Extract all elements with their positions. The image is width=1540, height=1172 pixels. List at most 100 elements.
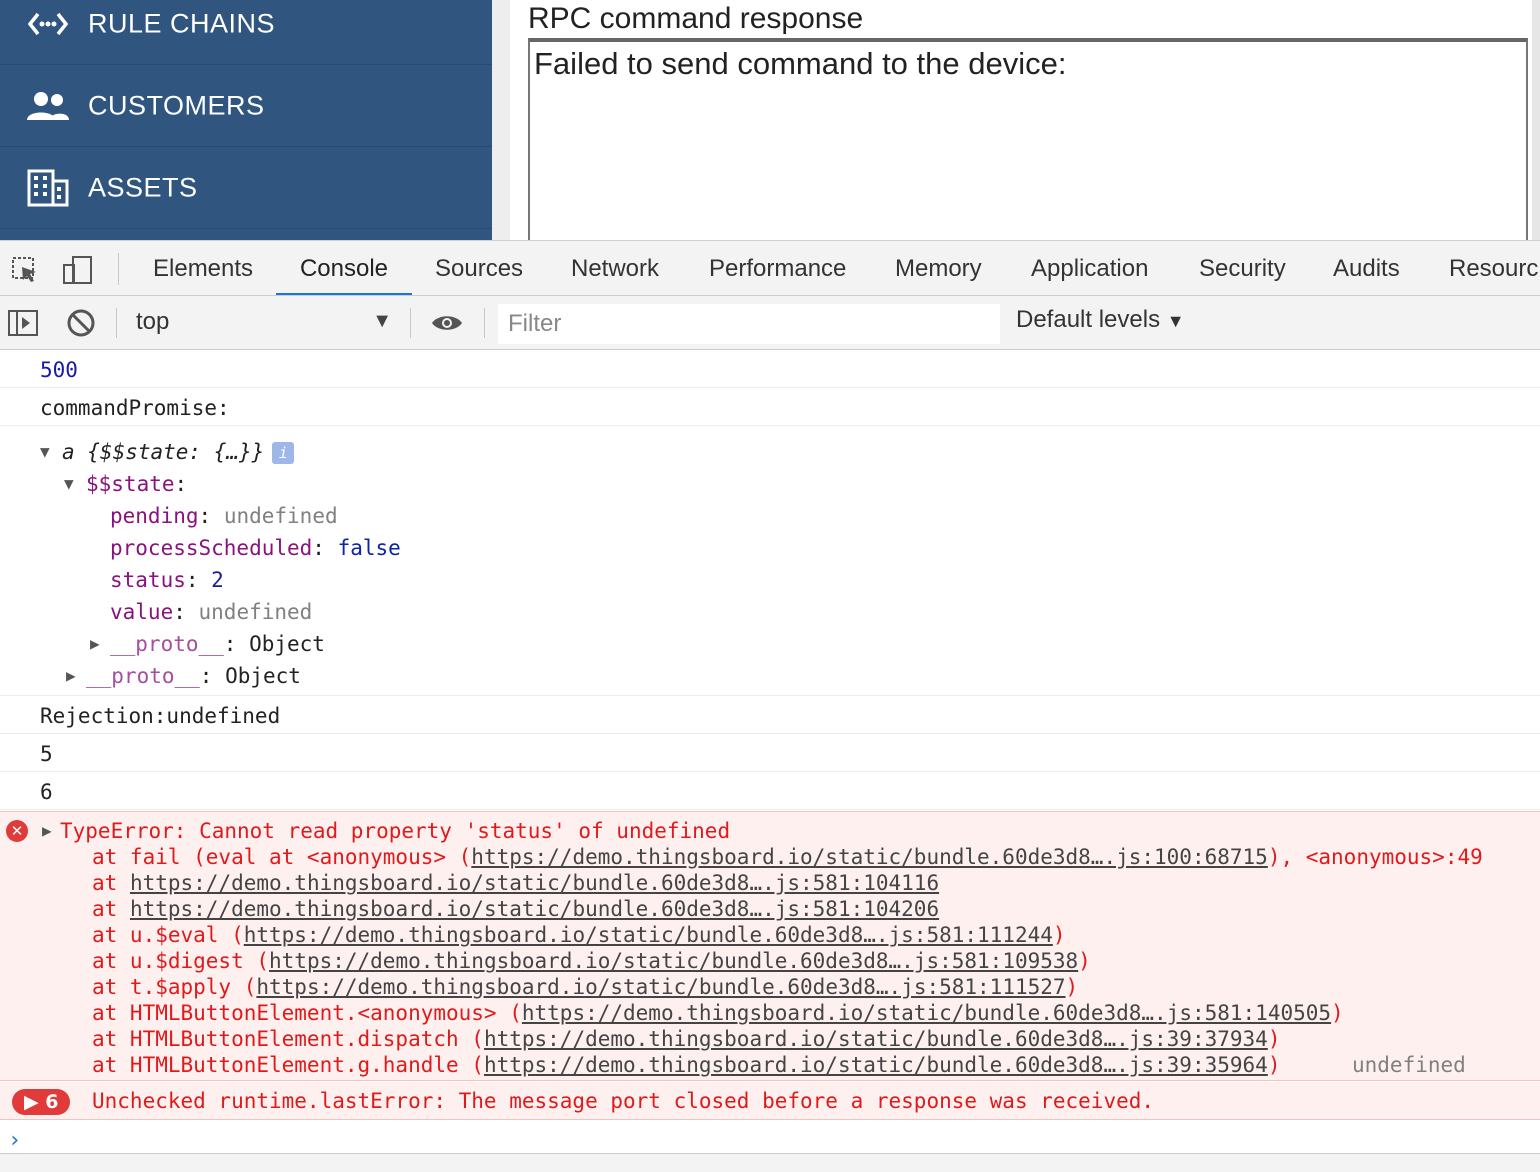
expand-triangle-icon[interactable]: ▼ bbox=[40, 436, 50, 468]
object-property: status: 2 bbox=[110, 568, 224, 592]
tab-audits[interactable]: Audits bbox=[1333, 241, 1400, 295]
console-message: commandPromise: bbox=[0, 388, 1540, 426]
live-expression-eye-icon[interactable] bbox=[430, 306, 464, 340]
source-link[interactable]: https://demo.thingsboard.io/static/bundl… bbox=[471, 845, 1268, 869]
stack-frame: at u.$digest (https://demo.thingsboard.i… bbox=[92, 948, 1091, 974]
console-text: commandPromise: bbox=[40, 396, 230, 420]
sidebar-toggle-icon[interactable] bbox=[6, 306, 40, 340]
info-icon[interactable]: i bbox=[272, 442, 295, 464]
property-value: 2 bbox=[211, 568, 224, 592]
context-select[interactable]: top ▼ bbox=[124, 304, 400, 342]
toolbar-separator bbox=[118, 253, 119, 285]
warning-text: Unchecked runtime.lastError: The message… bbox=[92, 1089, 1155, 1113]
tab-memory[interactable]: Memory bbox=[895, 241, 982, 295]
source-link[interactable]: https://demo.thingsboard.io/static/bundl… bbox=[522, 1001, 1331, 1025]
console-message-object: ▼ a {$$state: {…}} i ▼ $$state: pending: … bbox=[0, 426, 1540, 696]
sidebar-item-rule-chains[interactable]: RULE CHAINS bbox=[0, 0, 492, 65]
inspect-element-icon[interactable] bbox=[8, 253, 42, 287]
source-link[interactable]: https://demo.thingsboard.io/static/bundl… bbox=[244, 923, 1053, 947]
devtools-panel: Elements Console Sources Network Perform… bbox=[0, 240, 1540, 1172]
rule-chain-icon bbox=[26, 4, 70, 44]
clear-console-icon[interactable] bbox=[64, 306, 98, 340]
stack-frame-text: ) bbox=[1065, 975, 1079, 999]
stack-frame-text: ) bbox=[1331, 1001, 1344, 1025]
object-property[interactable]: __proto__: Object bbox=[86, 660, 301, 692]
property-value: false bbox=[337, 536, 401, 560]
source-link[interactable]: https://demo.thingsboard.io/static/bundl… bbox=[269, 949, 1078, 973]
object-property: value: undefined bbox=[110, 600, 313, 624]
tab-elements[interactable]: Elements bbox=[153, 241, 253, 295]
tab-sources[interactable]: Sources bbox=[435, 241, 523, 295]
expand-triangle-icon[interactable]: ▶ bbox=[42, 818, 52, 844]
message-count-badge[interactable]: ▶ 6 bbox=[12, 1089, 70, 1115]
console-message: Rejection:undefined bbox=[0, 696, 1540, 734]
console-toolbar: top ▼ Default levels ▼ bbox=[0, 296, 1540, 350]
property-value: undefined bbox=[198, 600, 313, 624]
stack-frame-text: ) bbox=[1078, 949, 1091, 973]
property-key: pending bbox=[110, 504, 199, 528]
object-property: pending: undefined bbox=[110, 504, 338, 528]
console-message: 6 bbox=[0, 772, 1540, 810]
property-key: value bbox=[110, 600, 174, 624]
expand-triangle-icon[interactable]: ▶ bbox=[90, 628, 100, 660]
tab-network[interactable]: Network bbox=[571, 241, 659, 295]
console-value: 500 bbox=[40, 358, 78, 382]
stack-frame-text: at bbox=[92, 897, 130, 921]
console-error-message: ✕ ▶ TypeError: Cannot read property 'sta… bbox=[0, 811, 1540, 1081]
tab-console[interactable]: Console bbox=[276, 241, 412, 295]
scrollbar[interactable] bbox=[1532, 0, 1540, 240]
devtools-tabbar: Elements Console Sources Network Perform… bbox=[0, 241, 1540, 296]
source-link[interactable]: https://demo.thingsboard.io/static/bundl… bbox=[484, 1027, 1268, 1051]
device-toolbar-icon[interactable] bbox=[60, 253, 94, 287]
filter-input[interactable] bbox=[498, 304, 1000, 344]
rpc-title: RPC command response bbox=[528, 2, 864, 35]
app-area: RULE CHAINS CUSTOMERS ASSETS RPC command… bbox=[0, 0, 1540, 240]
stack-frame: at https://demo.thingsboard.io/static/bu… bbox=[92, 870, 939, 896]
stack-frame-text: ) bbox=[1267, 1053, 1281, 1077]
object-property[interactable]: __proto__: Object bbox=[110, 628, 325, 660]
source-link[interactable]: https://demo.thingsboard.io/static/bundl… bbox=[130, 897, 939, 921]
tab-security[interactable]: Security bbox=[1199, 241, 1286, 295]
tab-performance[interactable]: Performance bbox=[709, 241, 846, 295]
toolbar-separator bbox=[116, 308, 117, 338]
property-value: undefined bbox=[223, 504, 338, 528]
tab-resources[interactable]: Resourc bbox=[1449, 241, 1538, 295]
message-count: 6 bbox=[45, 1091, 59, 1113]
toolbar-separator bbox=[484, 308, 485, 338]
chevron-down-icon: ▼ bbox=[1166, 311, 1185, 331]
stack-frame-text: ), <anonymous>:49 bbox=[1267, 845, 1483, 869]
expand-triangle-icon[interactable]: ▶ bbox=[66, 660, 76, 692]
object-preview-text: a {$$state: {…}} bbox=[62, 440, 265, 464]
stack-frame: at fail (eval at <anonymous> (https://de… bbox=[92, 844, 1483, 870]
rpc-response-box[interactable]: Failed to send command to the device: bbox=[528, 38, 1528, 240]
error-trailing-value: undefined bbox=[1352, 1053, 1466, 1077]
console-prompt-icon[interactable]: › bbox=[8, 1128, 21, 1153]
log-levels-label: Default levels bbox=[1016, 306, 1161, 333]
context-value: top bbox=[136, 308, 170, 335]
console-message: 500 bbox=[0, 350, 1540, 388]
source-link[interactable]: https://demo.thingsboard.io/static/bundl… bbox=[256, 975, 1065, 999]
property-key: __proto__ bbox=[110, 632, 224, 656]
console-message: 5 bbox=[0, 734, 1540, 772]
sidebar-item-customers[interactable]: CUSTOMERS bbox=[0, 65, 492, 147]
sidebar-item-label: ASSETS bbox=[88, 172, 198, 202]
source-link[interactable]: https://demo.thingsboard.io/static/bundl… bbox=[130, 871, 939, 895]
expand-triangle-icon[interactable]: ▼ bbox=[64, 468, 74, 500]
object-preview[interactable]: a {$$state: {…}} i bbox=[62, 436, 295, 468]
property-key: status bbox=[110, 568, 186, 592]
log-levels-dropdown[interactable]: Default levels ▼ bbox=[1016, 306, 1185, 334]
stack-frame-text: at fail (eval at <anonymous> ( bbox=[92, 845, 472, 869]
tab-application[interactable]: Application bbox=[1031, 241, 1148, 295]
object-property: $$state: bbox=[86, 472, 188, 496]
customers-icon bbox=[26, 86, 70, 126]
console-output: 500 commandPromise: ▼ a {$$state: {…}} i … bbox=[0, 350, 1540, 1172]
stack-frame: at HTMLButtonElement.dispatch (https://d… bbox=[92, 1026, 1280, 1052]
stack-frame-text: ) bbox=[1052, 923, 1066, 947]
property-key: $$state bbox=[86, 472, 175, 496]
error-title[interactable]: TypeError: Cannot read property 'status'… bbox=[60, 818, 730, 844]
stack-frame-text: at HTMLButtonElement.<anonymous> ( bbox=[92, 1001, 522, 1025]
source-link[interactable]: https://demo.thingsboard.io/static/bundl… bbox=[484, 1053, 1268, 1077]
property-key: __proto__ bbox=[86, 664, 200, 688]
sidebar-item-assets[interactable]: ASSETS bbox=[0, 147, 492, 229]
stack-frame-text: ) bbox=[1267, 1027, 1281, 1051]
